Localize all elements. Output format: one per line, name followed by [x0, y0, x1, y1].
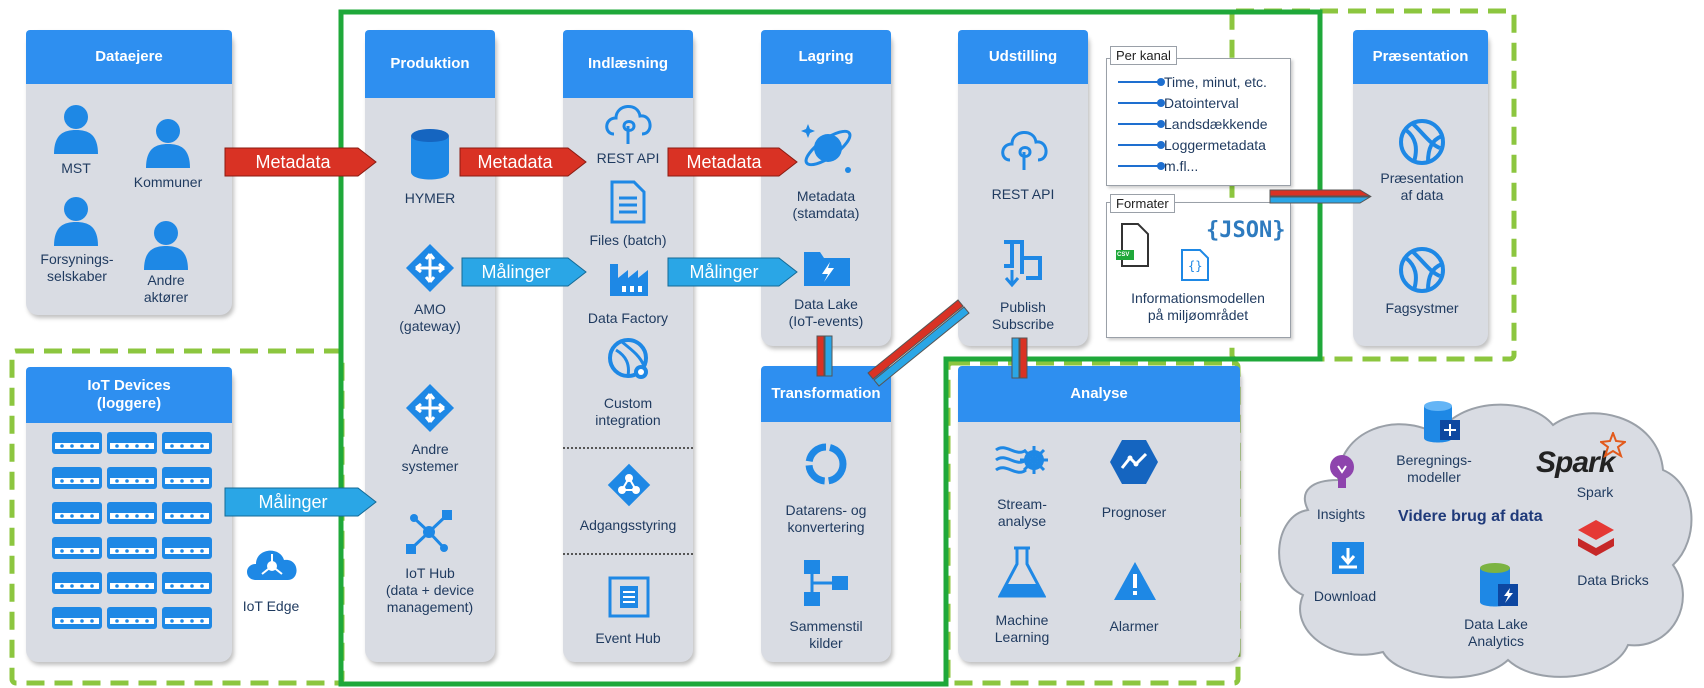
insights-bulb-icon	[1330, 455, 1354, 488]
maalinger-arrow-3-label: Målinger	[258, 491, 328, 512]
insights-label: Insights	[1316, 506, 1366, 522]
publish-analyse-connector	[1011, 337, 1028, 379]
download-icon	[1332, 542, 1364, 574]
cloud-title: Videre brug af data	[1398, 508, 1543, 525]
lake-transform-connector	[816, 335, 833, 377]
spark-label: Spark	[1576, 484, 1614, 500]
metadata-arrow-1-label: Metadata	[255, 151, 331, 172]
data-lake-analytics-icon	[1480, 563, 1518, 607]
data-lake-analytics-label: Data Lake Analytics	[1464, 616, 1528, 649]
presentation-connector	[1269, 189, 1372, 204]
diagonal-connector	[867, 299, 970, 387]
data-bricks-icon	[1578, 520, 1614, 556]
spark-star-icon	[1600, 432, 1626, 458]
maalinger-arrow-1-label: Målinger	[481, 261, 551, 282]
download-label: Download	[1313, 588, 1377, 604]
arrow-layer	[224, 147, 1372, 517]
data-bricks-label: Data Bricks	[1577, 572, 1649, 588]
beregningsmodeller-label: Beregnings- modeller	[1396, 452, 1472, 485]
beregningsmodeller-icon	[1424, 401, 1460, 443]
maalinger-arrow-2-label: Målinger	[689, 261, 759, 282]
metadata-arrow-3-label: Metadata	[686, 151, 762, 172]
metadata-arrow-2-label: Metadata	[477, 151, 553, 172]
